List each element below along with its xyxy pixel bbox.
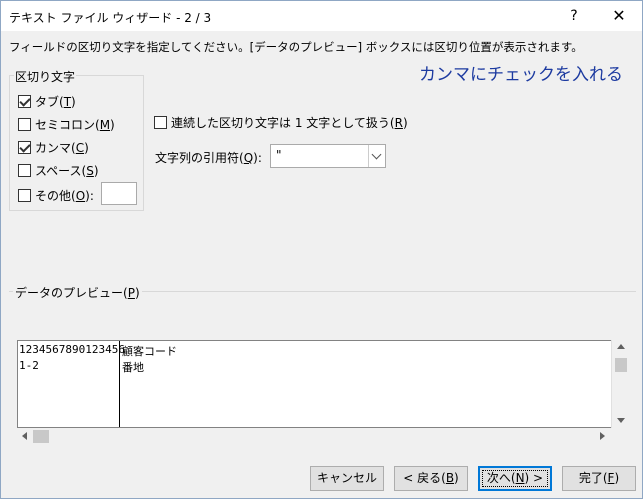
tab-label: タブ(T) bbox=[35, 94, 76, 109]
delimiters-group-label: 区切り文字 bbox=[14, 68, 77, 85]
scroll-right-icon[interactable] bbox=[600, 432, 605, 440]
annotation-text: カンマにチェックを入れる bbox=[419, 65, 623, 85]
space-checkbox-row[interactable]: スペース(S) bbox=[18, 161, 99, 179]
preview-cell: 1-2 bbox=[19, 359, 39, 372]
help-button[interactable]: ? bbox=[551, 1, 597, 31]
other-checkbox[interactable] bbox=[18, 188, 31, 202]
other-checkbox-row[interactable]: その他(O): bbox=[18, 186, 94, 204]
scroll-left-icon[interactable] bbox=[22, 432, 27, 440]
space-label: スペース(S) bbox=[35, 163, 99, 178]
preview-label: データのプレビュー(P) bbox=[13, 284, 142, 301]
finish-button[interactable]: 完了(F) bbox=[562, 466, 636, 491]
other-delimiter-input[interactable] bbox=[101, 182, 137, 205]
other-label: その他(O): bbox=[35, 188, 94, 203]
tab-checkbox-row[interactable]: タブ(T) bbox=[18, 92, 76, 110]
horizontal-scroll-thumb[interactable] bbox=[33, 430, 49, 443]
title-bar: テキスト ファイル ウィザード - 2 / 3 ? ✕ bbox=[1, 1, 642, 31]
preview-cell: 1234567890123456 bbox=[19, 343, 125, 356]
comma-checkbox[interactable] bbox=[18, 140, 31, 154]
semicolon-checkbox[interactable] bbox=[18, 117, 31, 131]
back-button[interactable]: < 戻る(B) bbox=[394, 466, 468, 491]
preview-horizontal-scrollbar[interactable] bbox=[17, 428, 611, 445]
vertical-scroll-thumb[interactable] bbox=[615, 358, 627, 372]
preview-cell: 番地 bbox=[122, 361, 144, 374]
text-qualifier-select[interactable]: " bbox=[270, 144, 386, 168]
text-qualifier-value: " bbox=[276, 148, 282, 162]
instruction-text: フィールドの区切り文字を指定してください。[データのプレビュー] ボックスには区… bbox=[9, 40, 583, 54]
semicolon-label: セミコロン(M) bbox=[35, 117, 115, 132]
window-title: テキスト ファイル ウィザード - 2 / 3 bbox=[9, 11, 212, 25]
chevron-down-icon[interactable] bbox=[368, 145, 385, 167]
semicolon-checkbox-row[interactable]: セミコロン(M) bbox=[18, 115, 115, 133]
consecutive-checkbox-row[interactable]: 連続した区切り文字は 1 文字として扱う(R) bbox=[154, 113, 408, 131]
preview-vertical-scrollbar[interactable] bbox=[611, 340, 629, 428]
next-button[interactable]: 次へ(N) > bbox=[478, 466, 552, 491]
space-checkbox[interactable] bbox=[18, 163, 31, 177]
text-qualifier-label: 文字列の引用符(Q): bbox=[155, 151, 262, 165]
cancel-button[interactable]: キャンセル bbox=[310, 466, 384, 491]
wizard-window: テキスト ファイル ウィザード - 2 / 3 ? ✕ フィールドの区切り文字を… bbox=[0, 0, 643, 499]
scroll-up-icon[interactable] bbox=[617, 344, 625, 349]
consecutive-label: 連続した区切り文字は 1 文字として扱う(R) bbox=[171, 115, 408, 130]
tab-checkbox[interactable] bbox=[18, 94, 31, 108]
comma-label: カンマ(C) bbox=[35, 140, 89, 155]
preview-cell: 顧客コード bbox=[122, 345, 177, 358]
comma-checkbox-row[interactable]: カンマ(C) bbox=[18, 138, 89, 156]
scroll-down-icon[interactable] bbox=[617, 418, 625, 423]
data-preview-box[interactable]: 1234567890123456 顧客コード 1-2 番地 bbox=[17, 340, 629, 428]
consecutive-checkbox[interactable] bbox=[154, 115, 167, 129]
close-button[interactable]: ✕ bbox=[596, 1, 642, 31]
